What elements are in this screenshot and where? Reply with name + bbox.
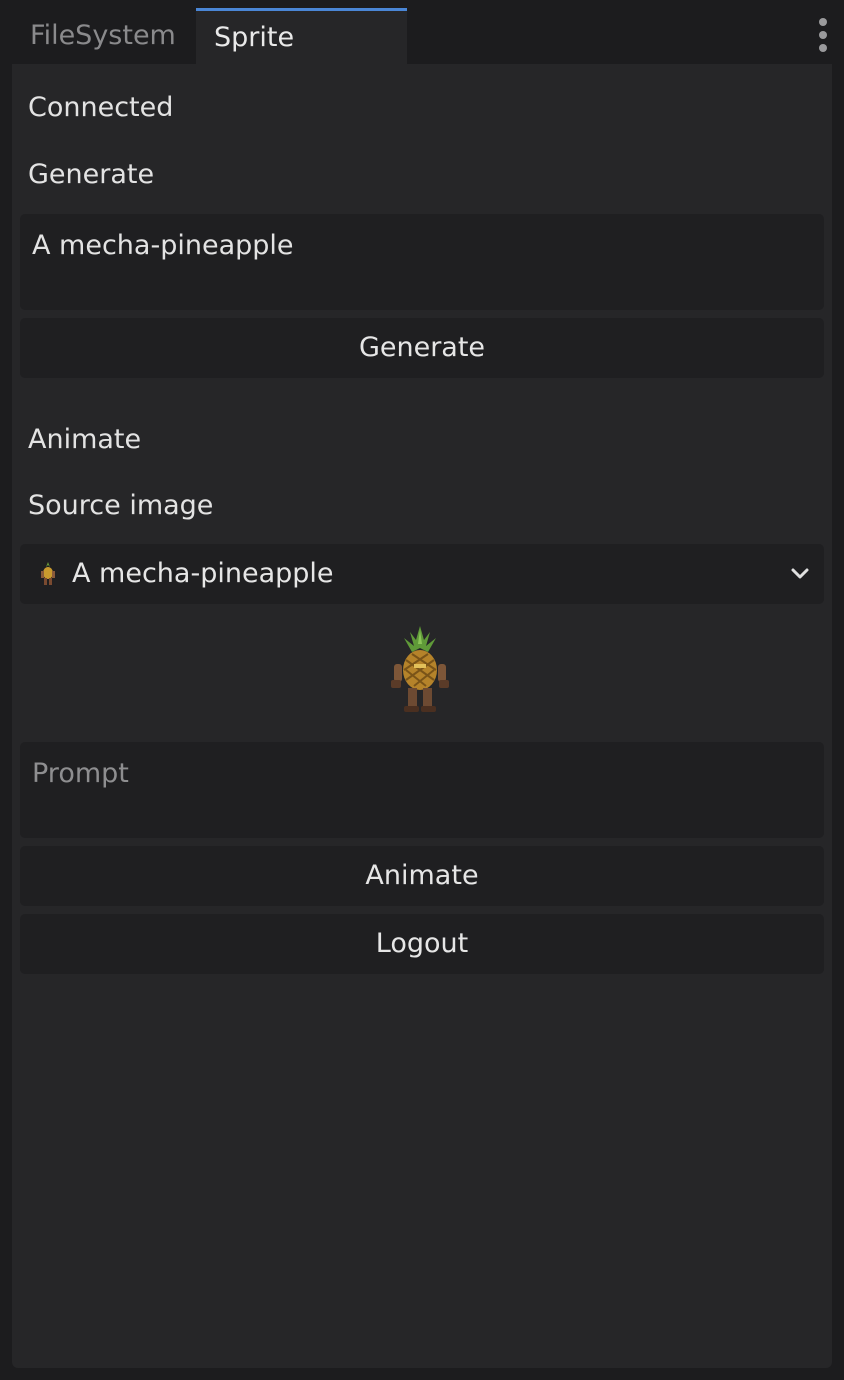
generate-button[interactable]: Generate	[20, 318, 824, 378]
dock-tab-bar: FileSystem Sprite Fusion	[0, 0, 844, 106]
connection-status: Connected	[28, 92, 174, 123]
animate-button[interactable]: Animate	[20, 846, 824, 906]
logout-button[interactable]: Logout	[20, 914, 824, 974]
source-image-dropdown[interactable]: A mecha-pineapple	[20, 544, 824, 604]
chevron-down-icon	[791, 568, 809, 579]
generate-prompt-input[interactable]: A mecha-pineapple	[20, 214, 824, 310]
tab-filesystem[interactable]: FileSystem	[12, 8, 196, 64]
sprite-thumbnail-icon	[41, 562, 55, 585]
mecha-pineapple-sprite	[391, 626, 449, 712]
animate-heading: Animate	[28, 424, 142, 455]
tab-sprite-fusion[interactable]: Sprite Fusion	[196, 8, 407, 106]
source-image-selected: A mecha-pineapple	[72, 558, 334, 589]
sprite-fusion-panel: Connected Generate A mecha-pineapple Gen…	[12, 64, 832, 1368]
kebab-menu-icon[interactable]	[816, 18, 830, 58]
generate-heading: Generate	[28, 159, 155, 190]
animate-prompt-input[interactable]: Prompt	[20, 742, 824, 838]
source-image-label: Source image	[28, 490, 214, 521]
